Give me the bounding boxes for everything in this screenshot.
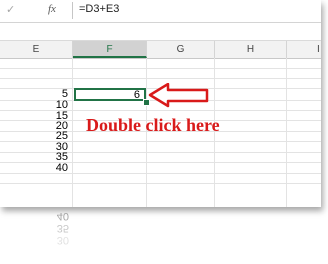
reflection-value: 40 — [56, 210, 69, 222]
formula-input[interactable]: =D3+E3 — [79, 3, 119, 15]
spreadsheet-window: ✓ fx =D3+E3 E F G H I 5 10 15 20 25 30 3… — [0, 0, 321, 207]
column-header-h[interactable]: H — [215, 41, 287, 58]
reflection: 40 35 30 — [0, 210, 69, 264]
gridline — [0, 78, 321, 79]
gridline — [0, 68, 321, 69]
gridline — [72, 58, 73, 207]
callout-text: Double click here — [86, 115, 220, 135]
active-cell-f3[interactable]: 6 — [74, 88, 146, 101]
column-headers: E F G H I — [0, 40, 321, 59]
column-header-i[interactable]: I — [287, 41, 321, 58]
gridline — [286, 58, 287, 207]
column-header-e[interactable]: E — [0, 41, 73, 58]
gridline — [0, 183, 321, 184]
reflection-value: 35 — [56, 222, 69, 234]
formula-bar: ✓ fx =D3+E3 — [0, 0, 321, 23]
column-header-g[interactable]: G — [147, 41, 215, 58]
arrow-left-icon — [148, 83, 209, 108]
check-icon[interactable]: ✓ — [6, 3, 15, 16]
formula-bar-separator — [72, 2, 73, 19]
cell-e[interactable]: 40 — [0, 163, 68, 174]
reflection-value: 30 — [56, 234, 69, 246]
fx-icon[interactable]: fx — [48, 3, 56, 15]
cell-grid[interactable]: 5 10 15 20 25 30 35 40 6 Double click he… — [0, 58, 321, 207]
column-header-f[interactable]: F — [73, 41, 147, 58]
